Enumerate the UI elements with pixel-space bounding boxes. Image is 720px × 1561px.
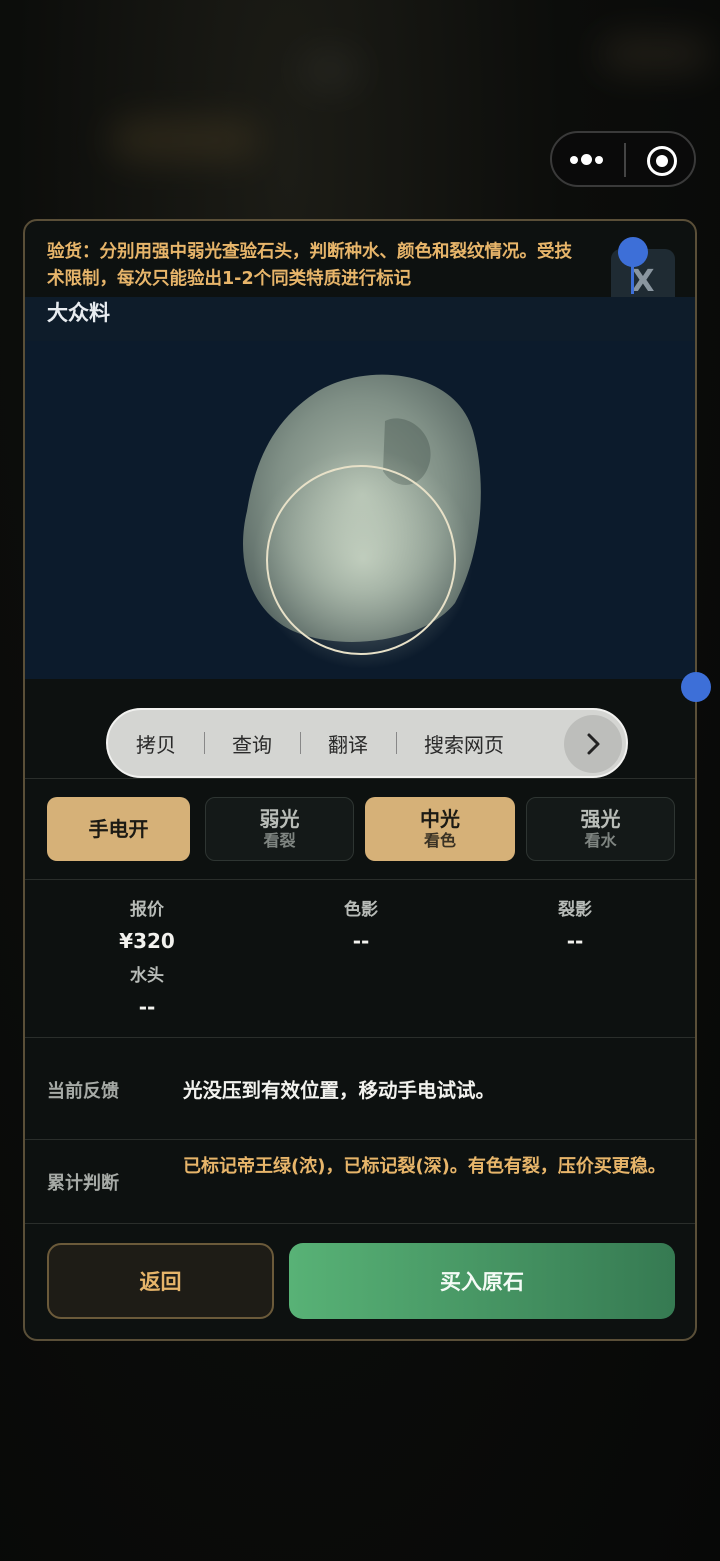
stat-crack-shadow: 裂影 -- (475, 899, 675, 955)
inspection-panel: 验货：分别用强中弱光查验石头，判断种水、颜色和裂纹情况。受技术限制，每次只能验出… (23, 219, 697, 1341)
stat-label: 色影 (344, 900, 378, 920)
stone-viewer[interactable] (25, 341, 695, 679)
menu-lookup[interactable]: 查询 (204, 729, 300, 758)
selection-handle-start[interactable] (618, 237, 648, 267)
mode-sublabel: 看色 (423, 831, 456, 850)
judgement-label: 累计判断 (47, 1173, 119, 1194)
stat-label: 报价 (130, 900, 164, 920)
stat-water: 水头 -- (47, 965, 247, 1021)
stat-value: -- (566, 929, 584, 953)
feedback-text: 光没压到有效位置，移动手电试试。 (183, 1079, 496, 1102)
stone-image (243, 374, 481, 669)
stat-color-shadow: 色影 -- (261, 899, 461, 955)
mode-label: 弱光 (259, 807, 300, 831)
stat-value: -- (352, 929, 370, 953)
stat-value: -- (138, 995, 156, 1019)
stone-name: 大众料 (47, 301, 110, 325)
menu-copy[interactable]: 拷贝 (108, 729, 204, 758)
close-miniprogram-icon[interactable] (647, 146, 677, 176)
menu-translate[interactable]: 翻译 (300, 729, 396, 758)
flashlight-toggle[interactable]: 手电开 (47, 797, 190, 861)
back-button[interactable]: 返回 (47, 1243, 274, 1319)
strong-light-button[interactable]: 强光 看水 (526, 797, 675, 861)
mode-label: 强光 (580, 807, 621, 831)
divider (25, 1223, 695, 1224)
judgement-text: 已标记帝王绿(浓)，已标记裂(深)。有色有裂，压价买更稳。 (183, 1156, 666, 1177)
medium-light-button[interactable]: 中光 看色 (365, 797, 515, 861)
mode-label: 手电开 (88, 817, 149, 841)
close-label: X (631, 263, 655, 299)
miniprogram-capsule (550, 131, 696, 187)
divider (25, 1037, 695, 1038)
selection-edge (695, 299, 697, 687)
divider (25, 778, 695, 779)
divider (25, 1139, 695, 1140)
more-icon[interactable] (570, 152, 606, 168)
mode-label: 中光 (420, 807, 460, 831)
divider (25, 879, 695, 880)
menu-search-web[interactable]: 搜索网页 (396, 729, 532, 758)
background-blur (600, 36, 710, 72)
feedback-label: 当前反馈 (47, 1081, 119, 1102)
stone-title-bar: 大众料 (25, 297, 695, 342)
background-blur (110, 120, 260, 160)
buy-stone-button[interactable]: 买入原石 (289, 1243, 675, 1319)
text-context-menu: 拷贝 查询 翻译 搜索网页 (106, 708, 628, 778)
selection-handle-end[interactable] (681, 672, 711, 702)
mode-sublabel: 看裂 (263, 831, 296, 850)
chevron-right-icon[interactable] (564, 715, 622, 773)
stat-label: 水头 (130, 966, 164, 986)
inspection-tip: 验货：分别用强中弱光查验石头，判断种水、颜色和裂纹情况。受技术限制，每次只能验出… (47, 242, 572, 289)
capsule-divider (624, 143, 626, 177)
stat-label: 裂影 (558, 900, 592, 920)
background-blur (300, 50, 360, 90)
weak-light-button[interactable]: 弱光 看裂 (205, 797, 354, 861)
mode-sublabel: 看水 (584, 831, 617, 850)
stat-value: ¥320 (119, 929, 175, 953)
stat-price: 报价 ¥320 (47, 899, 247, 955)
